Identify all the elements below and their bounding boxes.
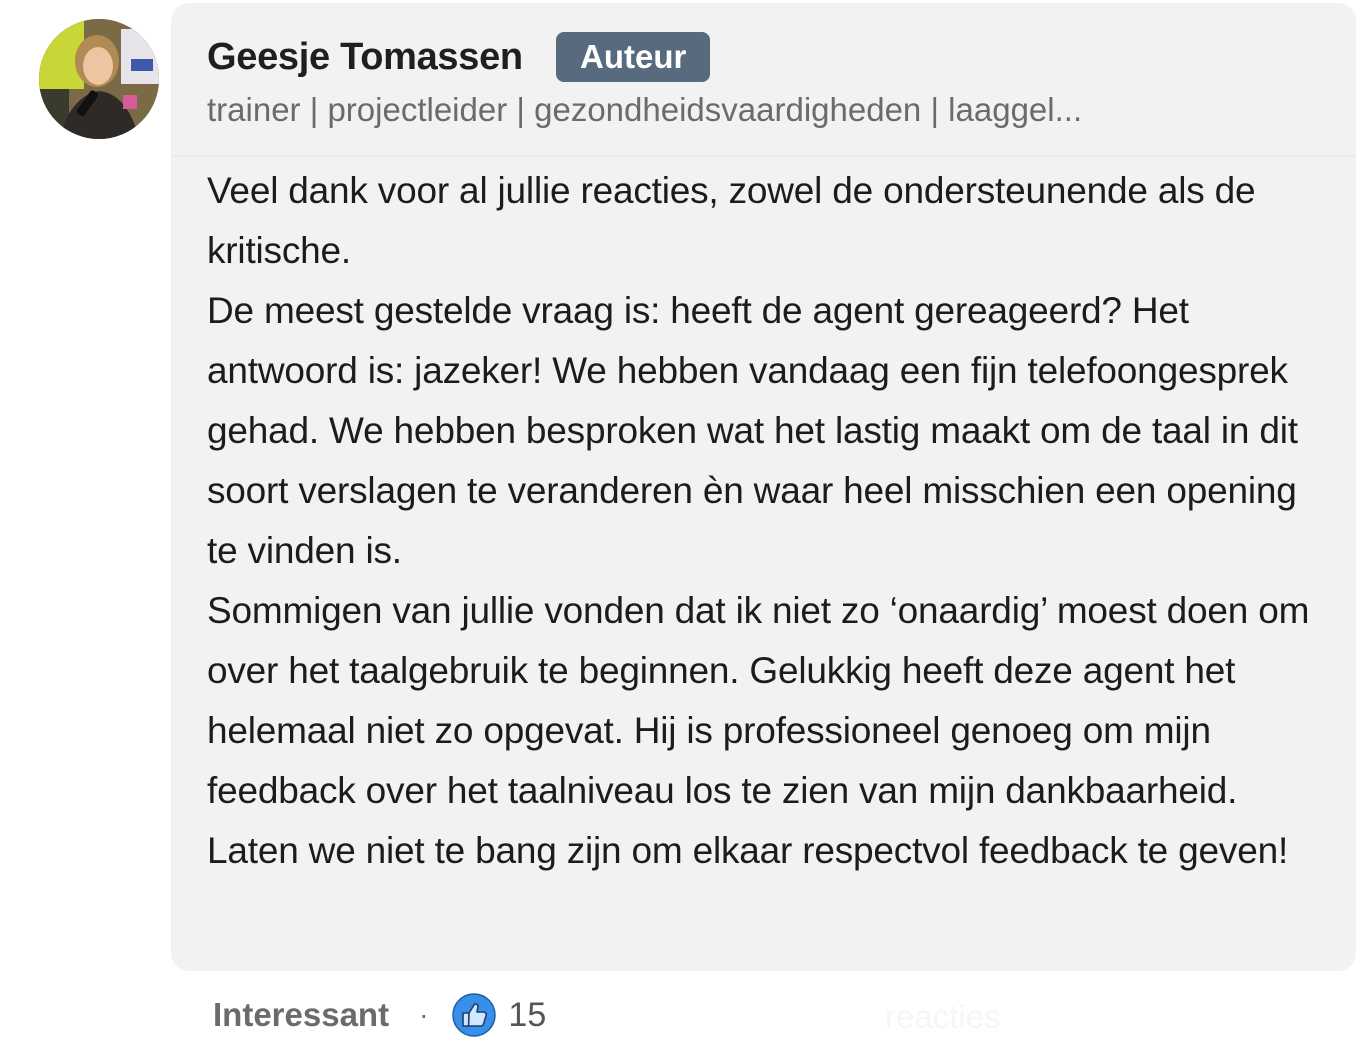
author-avatar[interactable] (39, 19, 159, 139)
comment-header: Geesje Tomassen Auteur trainer | project… (171, 3, 1356, 157)
action-separator: · (419, 999, 429, 1030)
comment-paragraph: De meest gestelde vraag is: heeft de age… (207, 290, 1298, 571)
comment-paragraph: Veel dank voor al jullie reacties, zowel… (207, 170, 1256, 271)
author-badge: Auteur (556, 32, 711, 82)
like-thumbs-up-icon[interactable] (452, 993, 497, 1037)
author-name[interactable]: Geesje Tomassen (207, 36, 523, 79)
author-headline: trainer | projectleider | gezondheidsvaa… (207, 91, 1083, 128)
comment-card: Geesje Tomassen Auteur trainer | project… (171, 3, 1356, 971)
comment-text: Veel dank voor al jullie reacties, zowel… (207, 161, 1317, 881)
faded-reply-count: reacties (885, 998, 1001, 1035)
comment-action-bar: Interessant · 15 (213, 990, 546, 1040)
comment-paragraph: Sommigen van jullie vonden dat ik niet z… (207, 590, 1310, 871)
reaction-count[interactable]: 15 (508, 996, 546, 1035)
react-button[interactable]: Interessant (213, 996, 389, 1034)
